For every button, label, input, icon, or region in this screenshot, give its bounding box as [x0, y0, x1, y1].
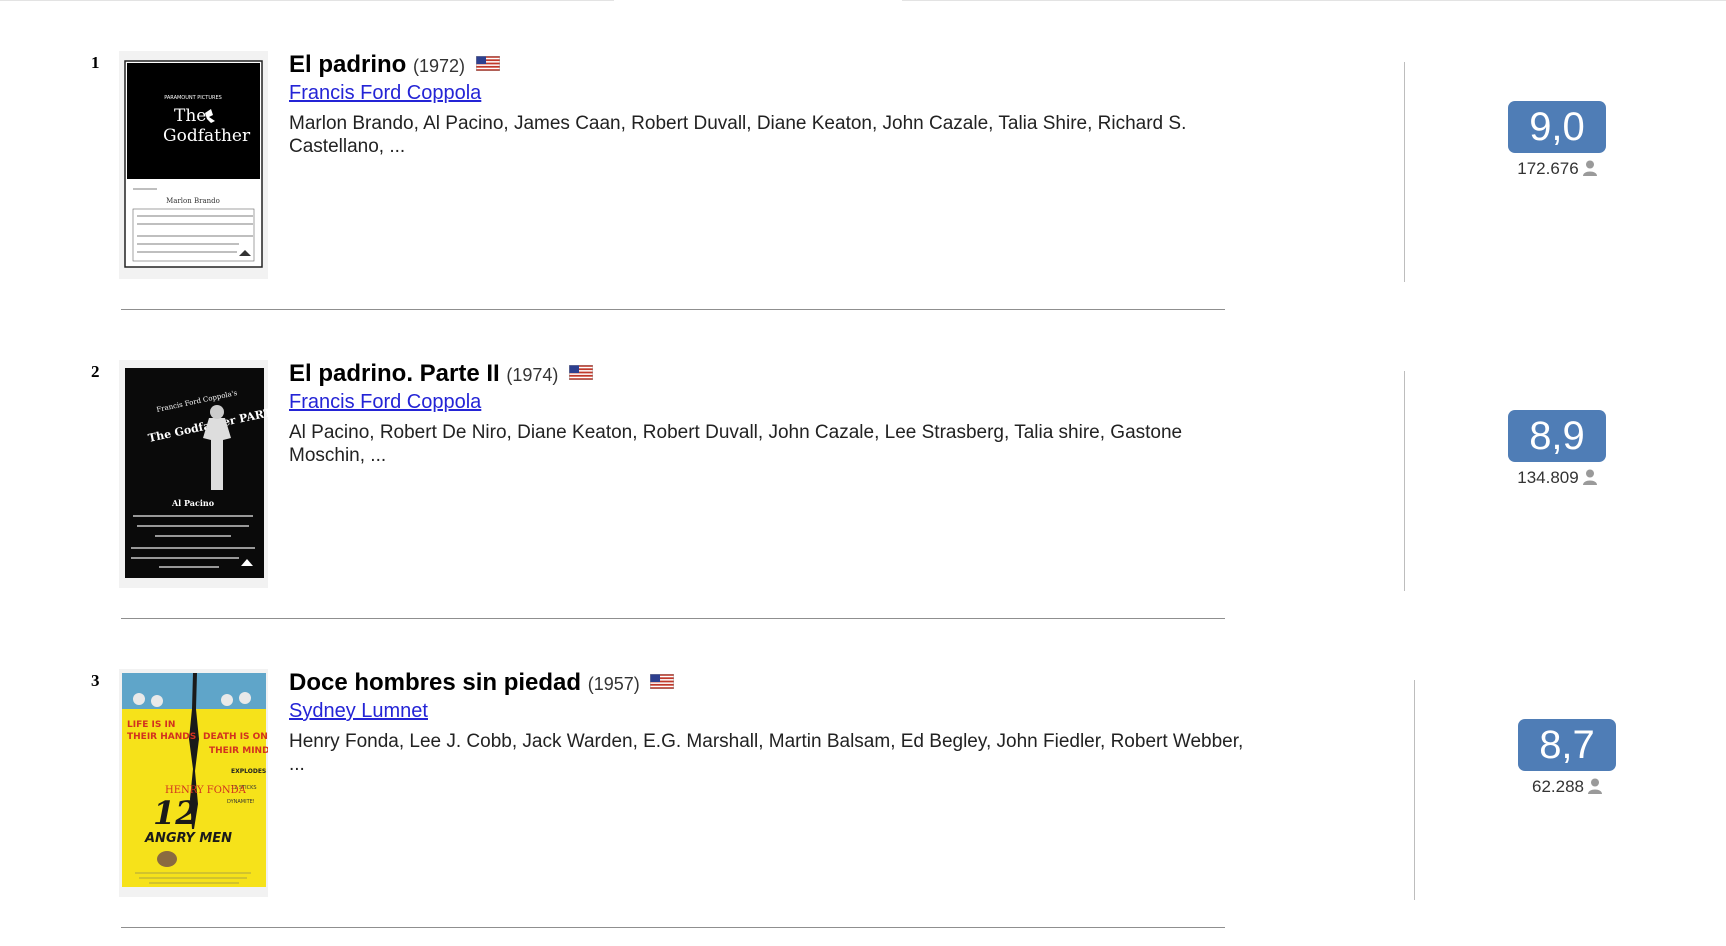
cast-line: Moschin, ...	[289, 445, 387, 466]
cast-line: Castellano, ...	[289, 136, 406, 157]
movie-info: El padrino (1972) Francis Ford Coppola M…	[289, 51, 1186, 158]
cast-list: Marlon Brando, Al Pacino, James Caan, Ro…	[289, 112, 1186, 158]
user-icon	[1582, 160, 1597, 181]
rating-score: 8,9	[1508, 410, 1606, 462]
movie-entry: 1 PARAMOUNT PICTURES The Godfather Marlo…	[0, 51, 1726, 360]
cast-line: Marlon Brando, Al Pacino, James Caan, Ro…	[289, 113, 1187, 134]
user-icon	[1588, 778, 1602, 799]
movie-info: Doce hombres sin piedad (1957) Sydney Lu…	[289, 669, 1243, 776]
poster-title-main: ANGRY MEN	[144, 831, 232, 846]
usa-flag-icon	[475, 50, 501, 78]
svg-text:DEATH IS ON: DEATH IS ON	[203, 732, 268, 742]
usa-flag-icon	[568, 359, 594, 387]
rating-block: 8,9 134.809	[1508, 410, 1606, 490]
rating-block: 9,0 172.676	[1508, 101, 1606, 181]
poster-credit-star: Marlon Brando	[166, 197, 220, 205]
svg-text:PARAMOUNT PICTURES: PARAMOUNT PICTURES	[164, 95, 222, 101]
vote-count-value: 172.676	[1517, 159, 1579, 178]
poster-title-the: The	[174, 106, 206, 126]
svg-text:LIFE IS IN: LIFE IS IN	[127, 720, 175, 730]
movie-poster[interactable]: Francis Ford Coppola's The Godfather PAR…	[119, 360, 268, 588]
rating-score: 9,0	[1508, 101, 1606, 153]
movie-year: (1972)	[413, 56, 466, 76]
vote-count: 172.676	[1508, 159, 1606, 181]
svg-text:THEIR HANDS: THEIR HANDS	[127, 732, 196, 742]
movie-title[interactable]: El padrino. Parte II	[289, 360, 500, 387]
rating-block: 8,7 62.288	[1518, 719, 1616, 799]
rating-divider	[1404, 62, 1405, 282]
rank-number: 2	[91, 362, 100, 381]
movie-year: (1957)	[587, 674, 640, 694]
rating-score: 8,7	[1518, 719, 1616, 771]
cast-list: Henry Fonda, Lee J. Cobb, Jack Warden, E…	[289, 730, 1243, 776]
svg-text:DYNAMITE!: DYNAMITE!	[227, 799, 255, 805]
movie-title[interactable]: El padrino	[289, 51, 406, 78]
rank-number: 3	[91, 671, 100, 690]
cast-list: Al Pacino, Robert De Niro, Diane Keaton,…	[289, 421, 1182, 467]
top-rule-right	[902, 0, 1726, 1]
top-rule-left	[0, 0, 614, 1]
movie-info: El padrino. Parte II (1974) Francis Ford…	[289, 360, 1182, 467]
movie-entry: 2 Francis Ford Coppola's The Godfather P…	[0, 360, 1726, 669]
rating-divider	[1404, 371, 1405, 591]
entry-separator	[121, 618, 1225, 619]
rating-divider	[1414, 680, 1415, 900]
director-link[interactable]: Sydney Lumnet	[289, 698, 1243, 724]
cast-line: Al Pacino, Robert De Niro, Diane Keaton,…	[289, 422, 1183, 443]
cast-line: ...	[289, 754, 305, 775]
movie-poster[interactable]: PARAMOUNT PICTURES The Godfather Marlon …	[119, 51, 268, 279]
title-line: El padrino (1972)	[289, 51, 1186, 80]
user-icon	[1582, 469, 1597, 490]
rank-number: 1	[91, 53, 100, 72]
svg-text:THEIR MINDS!: THEIR MINDS!	[209, 746, 268, 756]
movie-entry: 3 LIFE IS IN THEIR HANDS DEATH IS ON THE…	[0, 669, 1726, 946]
vote-count-value: 62.288	[1532, 777, 1584, 796]
cast-line: Henry Fonda, Lee J. Cobb, Jack Warden, E…	[289, 731, 1244, 752]
entry-separator	[121, 309, 1225, 310]
vote-count-value: 134.809	[1517, 468, 1579, 487]
entry-separator	[121, 927, 1225, 928]
movie-year: (1974)	[506, 365, 559, 385]
svg-text:EXPLODES: EXPLODES	[231, 768, 266, 775]
godfather-part-ii-poster-art: Francis Ford Coppola's The Godfather PAR…	[119, 360, 268, 588]
poster-number: 12	[153, 794, 198, 832]
poster-title-main: Godfather	[163, 126, 251, 146]
vote-count: 134.809	[1508, 468, 1606, 490]
poster-credit-star: Al Pacino	[171, 498, 215, 508]
twelve-angry-men-poster-art: LIFE IS IN THEIR HANDS DEATH IS ON THEIR…	[119, 669, 268, 897]
vote-count: 62.288	[1518, 777, 1616, 799]
godfather-poster-art: PARAMOUNT PICTURES The Godfather Marlon …	[119, 51, 268, 279]
movie-poster[interactable]: LIFE IS IN THEIR HANDS DEATH IS ON THEIR…	[119, 669, 268, 897]
title-line: Doce hombres sin piedad (1957)	[289, 669, 1243, 698]
director-link[interactable]: Francis Ford Coppola	[289, 80, 1186, 106]
title-line: El padrino. Parte II (1974)	[289, 360, 1182, 389]
usa-flag-icon	[650, 668, 675, 696]
movie-title[interactable]: Doce hombres sin piedad	[289, 669, 581, 696]
director-link[interactable]: Francis Ford Coppola	[289, 389, 1182, 415]
